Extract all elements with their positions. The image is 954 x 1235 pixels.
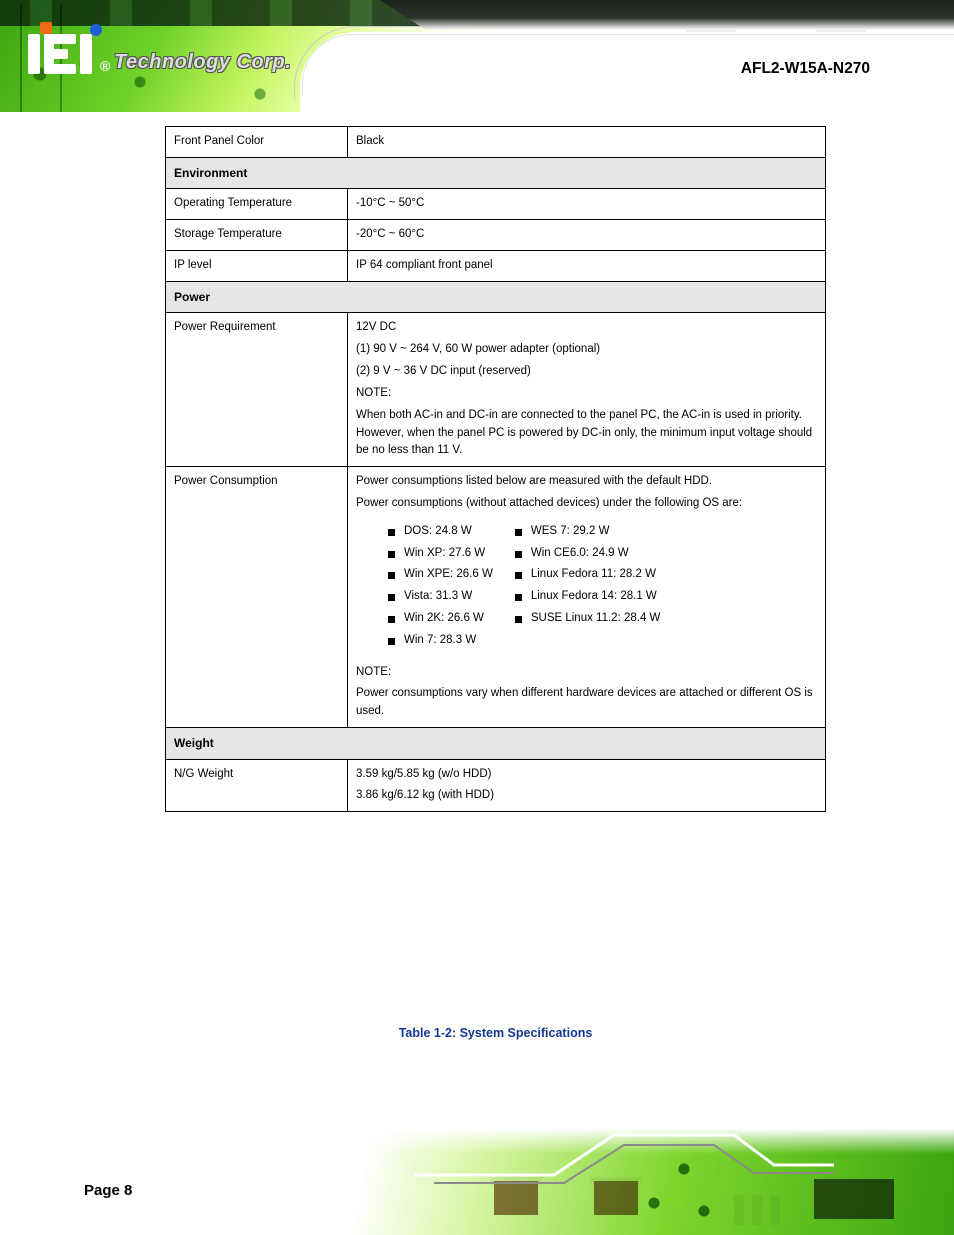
row-label: Storage Temperature <box>166 220 348 251</box>
section-title: Environment <box>166 157 826 189</box>
os-list-col2: WES 7: 29.2 W Win CE6.0: 24.9 W Linux Fe… <box>509 519 661 654</box>
value-line: When both AC-in and DC-in are connected … <box>356 407 817 460</box>
list-item: Linux Fedora 11: 28.2 W <box>509 566 661 584</box>
logo-text: Technology Corp. <box>114 52 291 72</box>
row-value: Black <box>348 127 826 158</box>
value-line: Power consumptions listed below are meas… <box>356 473 817 491</box>
row-value: -10°C ~ 50°C <box>348 189 826 220</box>
footer-banner: Page 8 <box>0 1119 954 1235</box>
value-line: 12V DC <box>356 319 817 337</box>
logo-dot-orange-icon <box>40 22 52 34</box>
os-list-col1: DOS: 24.8 W Win XP: 27.6 W Win XPE: 26.6… <box>382 519 493 654</box>
list-item: Win XP: 27.6 W <box>382 545 493 563</box>
table-row: Front Panel Color Black <box>166 127 826 158</box>
footer-lines-icon <box>414 1125 834 1185</box>
list-item: Vista: 31.3 W <box>382 588 493 606</box>
row-label: Power Consumption <box>166 467 348 728</box>
list-item: Win 2K: 26.6 W <box>382 610 493 628</box>
row-value: Power consumptions listed below are meas… <box>348 467 826 728</box>
row-label: Operating Temperature <box>166 189 348 220</box>
section-title: Weight <box>166 728 826 760</box>
row-value: 12V DC (1) 90 V ~ 264 V, 60 W power adap… <box>348 313 826 467</box>
list-item: SUSE Linux 11.2: 28.4 W <box>509 610 661 628</box>
row-label: IP level <box>166 251 348 282</box>
logo-letter-i2 <box>80 34 92 74</box>
value-line: 3.59 kg/5.85 kg (w/o HDD) <box>356 766 817 784</box>
list-item: Win CE6.0: 24.9 W <box>509 545 661 563</box>
logo-registered: ® <box>100 58 110 74</box>
list-item: WES 7: 29.2 W <box>509 523 661 541</box>
list-item: Linux Fedora 14: 28.1 W <box>509 588 661 606</box>
logo <box>28 28 100 74</box>
row-label: N/G Weight <box>166 759 348 812</box>
value-line: NOTE: <box>356 664 817 682</box>
list-item: Win 7: 28.3 W <box>382 632 493 650</box>
section-title: Power <box>166 281 826 313</box>
row-value: IP 64 compliant front panel <box>348 251 826 282</box>
section-header-environment: Environment <box>166 157 826 189</box>
table-row-weight: N/G Weight 3.59 kg/5.85 kg (w/o HDD) 3.8… <box>166 759 826 812</box>
table-row: Storage Temperature -20°C ~ 60°C <box>166 220 826 251</box>
document-title: AFL2-W15A-N270 <box>741 60 870 79</box>
logo-letter-e <box>44 34 76 74</box>
table-caption: Table 1-2: System Specifications <box>165 1026 826 1040</box>
list-item: DOS: 24.8 W <box>382 523 493 541</box>
value-line: 3.86 kg/6.12 kg (with HDD) <box>356 787 817 805</box>
page-number: Page 8 <box>84 1182 132 1199</box>
row-value: -20°C ~ 60°C <box>348 220 826 251</box>
logo-letter-i <box>28 34 40 74</box>
value-line: (1) 90 V ~ 264 V, 60 W power adapter (op… <box>356 341 817 359</box>
row-label: Power Requirement <box>166 313 348 467</box>
section-header-weight: Weight <box>166 728 826 760</box>
header-banner: ® Technology Corp. AFL2-W15A-N270 <box>0 0 954 112</box>
spec-table: Front Panel Color Black Environment Oper… <box>165 126 826 812</box>
value-line: Power consumptions vary when different h… <box>356 685 817 721</box>
value-line: Power consumptions (without attached dev… <box>356 495 817 513</box>
list-item: Win XPE: 26.6 W <box>382 566 493 584</box>
table-row-power-consumption: Power Consumption Power consumptions lis… <box>166 467 826 728</box>
table-row: IP level IP 64 compliant front panel <box>166 251 826 282</box>
row-value: 3.59 kg/5.85 kg (w/o HDD) 3.86 kg/6.12 k… <box>348 759 826 812</box>
table-row-power-requirement: Power Requirement 12V DC (1) 90 V ~ 264 … <box>166 313 826 467</box>
logo-mark <box>28 28 100 74</box>
os-consumption-lists: DOS: 24.8 W Win XP: 27.6 W Win XPE: 26.6… <box>382 519 817 654</box>
value-line: (2) 9 V ~ 36 V DC input (reserved) <box>356 363 817 381</box>
table-row: Operating Temperature -10°C ~ 50°C <box>166 189 826 220</box>
section-header-power: Power <box>166 281 826 313</box>
value-line: NOTE: <box>356 385 817 403</box>
row-label: Front Panel Color <box>166 127 348 158</box>
